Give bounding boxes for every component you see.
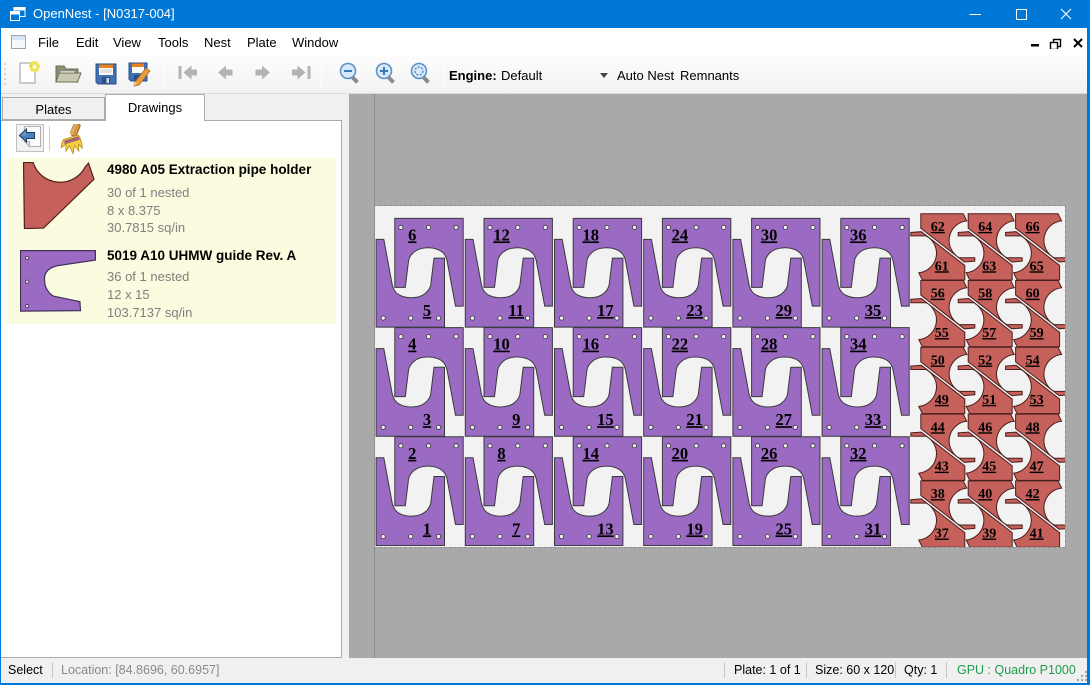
svg-text:41: 41	[1029, 526, 1043, 541]
svg-text:2: 2	[408, 443, 416, 462]
svg-text:15: 15	[597, 410, 614, 429]
svg-text:45: 45	[982, 459, 996, 474]
svg-text:38: 38	[931, 487, 945, 502]
svg-text:60: 60	[1025, 286, 1039, 301]
svg-text:61: 61	[935, 259, 949, 274]
svg-text:9: 9	[512, 410, 520, 429]
svg-text:31: 31	[865, 519, 882, 538]
svg-text:16: 16	[582, 334, 599, 353]
svg-text:17: 17	[597, 301, 614, 320]
svg-text:35: 35	[865, 301, 882, 320]
svg-text:29: 29	[775, 301, 792, 320]
svg-text:36: 36	[850, 225, 867, 244]
svg-text:39: 39	[982, 526, 996, 541]
svg-text:57: 57	[982, 326, 996, 341]
svg-text:5: 5	[423, 301, 431, 320]
svg-text:63: 63	[982, 259, 996, 274]
svg-text:48: 48	[1025, 420, 1039, 435]
svg-text:59: 59	[1029, 326, 1043, 341]
svg-text:25: 25	[775, 519, 792, 538]
svg-text:13: 13	[597, 519, 614, 538]
svg-text:50: 50	[931, 353, 945, 368]
svg-text:10: 10	[493, 334, 510, 353]
svg-text:20: 20	[671, 443, 688, 462]
svg-text:54: 54	[1025, 353, 1039, 368]
svg-text:8: 8	[497, 443, 505, 462]
svg-text:14: 14	[582, 443, 599, 462]
svg-text:12: 12	[493, 225, 510, 244]
svg-text:43: 43	[935, 459, 949, 474]
svg-text:21: 21	[686, 410, 703, 429]
svg-text:11: 11	[508, 301, 524, 320]
svg-text:32: 32	[850, 443, 867, 462]
svg-text:46: 46	[978, 420, 992, 435]
svg-text:44: 44	[931, 420, 945, 435]
svg-text:53: 53	[1029, 392, 1043, 407]
svg-text:34: 34	[850, 334, 867, 353]
svg-text:33: 33	[865, 410, 882, 429]
svg-text:52: 52	[978, 353, 992, 368]
svg-text:49: 49	[935, 392, 949, 407]
svg-text:47: 47	[1029, 459, 1043, 474]
svg-text:28: 28	[761, 334, 778, 353]
svg-text:1: 1	[423, 519, 431, 538]
svg-text:56: 56	[931, 286, 945, 301]
svg-text:19: 19	[686, 519, 703, 538]
svg-text:3: 3	[423, 410, 431, 429]
svg-text:27: 27	[775, 410, 792, 429]
svg-text:6: 6	[408, 225, 416, 244]
svg-text:4: 4	[408, 334, 416, 353]
svg-text:23: 23	[686, 301, 703, 320]
svg-text:22: 22	[671, 334, 688, 353]
svg-text:55: 55	[935, 326, 949, 341]
svg-text:40: 40	[978, 487, 992, 502]
svg-text:58: 58	[978, 286, 992, 301]
svg-text:51: 51	[982, 392, 996, 407]
svg-text:26: 26	[761, 443, 778, 462]
svg-text:62: 62	[931, 219, 945, 234]
svg-text:37: 37	[935, 526, 949, 541]
svg-text:65: 65	[1029, 259, 1043, 274]
svg-text:24: 24	[671, 225, 688, 244]
svg-text:64: 64	[978, 219, 992, 234]
svg-text:30: 30	[761, 225, 778, 244]
svg-text:66: 66	[1025, 219, 1039, 234]
svg-text:42: 42	[1025, 487, 1039, 502]
svg-text:7: 7	[512, 519, 520, 538]
svg-text:18: 18	[582, 225, 599, 244]
